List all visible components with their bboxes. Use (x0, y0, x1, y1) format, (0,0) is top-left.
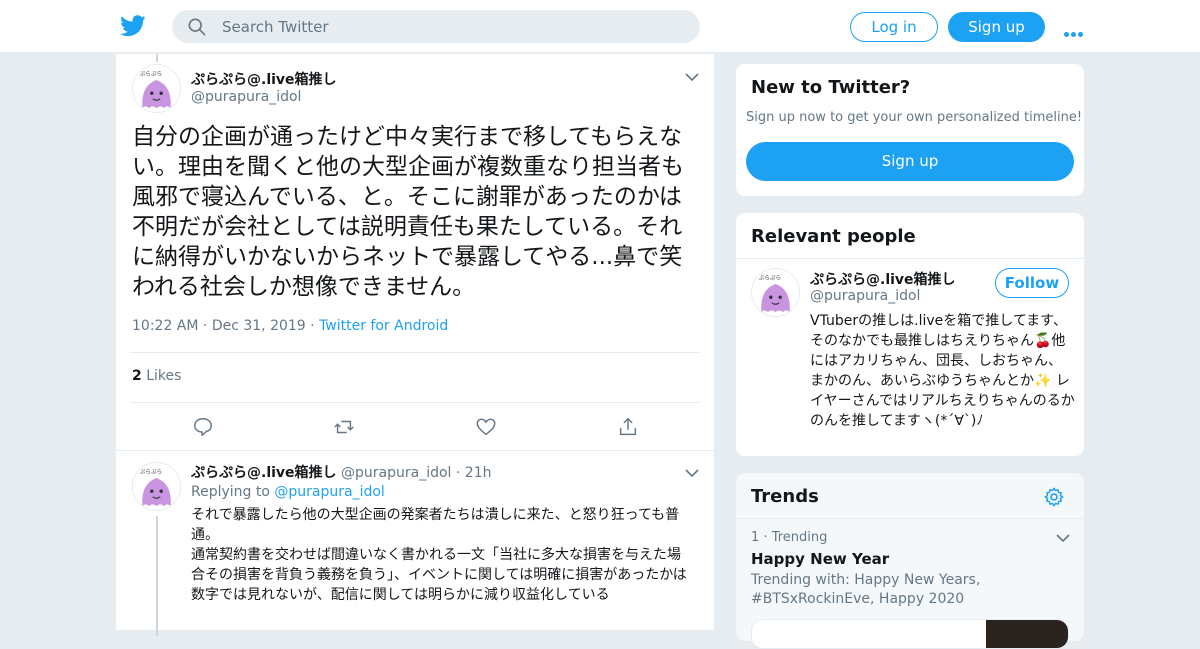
reply-text: それで暴露したら他の大型企画の発案者たちは潰しに来た、と怒り狂っても普通。 通常… (191, 505, 693, 605)
svg-text:ぷらぷら: ぷらぷら (759, 274, 782, 281)
tweet-text: 自分の企画が通ったけど中々実行まで移してもらえない。理由を聞くと他の大型企画が複… (132, 124, 684, 300)
reply-icon[interactable] (192, 416, 214, 438)
share-icon[interactable] (617, 416, 639, 438)
replying-to-prefix: Replying to (191, 484, 270, 500)
thread-connector (156, 54, 158, 62)
likes-count[interactable]: 2 Likes (132, 368, 181, 384)
trends-title: Trends (751, 486, 819, 507)
person-name[interactable]: ぷらぷら@.live箱推し (810, 269, 956, 289)
top-navigation-bar: Search Twitter Log in Sign up (0, 0, 1200, 53)
avatar[interactable]: ぷらぷら (751, 268, 800, 317)
tweet-thread-column: ぷらぷら ぷらぷら@.live箱推し @purapura_idol 自分の企画が… (115, 54, 715, 636)
relevant-people-title: Relevant people (751, 226, 916, 247)
chevron-down-icon[interactable] (685, 468, 699, 478)
author-name[interactable]: ぷらぷら@.live箱推し (191, 69, 337, 89)
trend-media-card[interactable] (751, 619, 1069, 649)
tweet-separator (116, 450, 714, 451)
reply-text-paragraph: それで暴露したら他の大型企画の発案者たちは潰しに来た、と怒り狂っても普通。 (191, 507, 680, 543)
reply-author-name[interactable]: ぷらぷら@.live箱推し (191, 465, 337, 481)
person-handle[interactable]: @purapura_idol (810, 288, 920, 304)
like-heart-icon[interactable] (475, 416, 497, 438)
divider (130, 402, 700, 403)
chevron-down-icon[interactable] (1056, 533, 1070, 543)
retweet-icon[interactable] (333, 416, 355, 438)
reply-avatar[interactable]: ぷらぷら (132, 462, 181, 511)
trend-thumbnail (986, 620, 1068, 648)
tweet-timestamp: 10:22 AM · Dec 31, 2019 · Twitter for An… (132, 318, 449, 334)
avatar[interactable]: ぷらぷら (132, 64, 181, 113)
signup-button[interactable]: Sign up (948, 12, 1045, 42)
svg-text:ぷらぷら: ぷらぷら (140, 70, 163, 77)
follow-button[interactable]: Follow (995, 268, 1069, 298)
likes-label: Likes (146, 368, 182, 384)
divider (736, 258, 1084, 259)
trend-name[interactable]: Happy New Year (751, 550, 889, 568)
ghost-avatar-icon: ぷらぷら (133, 463, 180, 510)
search-input[interactable]: Search Twitter (222, 18, 329, 36)
relevant-people-card: Relevant people ぷらぷら ぷらぷら@.live箱推し @pura… (735, 212, 1085, 457)
tweet-source-link[interactable]: Twitter for Android (319, 318, 448, 334)
more-options-icon[interactable] (1064, 22, 1086, 37)
divider (736, 518, 1084, 519)
replying-to: Replying to @purapura_idol (191, 484, 385, 500)
ghost-avatar-icon: ぷらぷら (133, 65, 180, 112)
new-to-twitter-card: New to Twitter? Sign up now to get your … (735, 63, 1085, 197)
replying-to-link[interactable]: @purapura_idol (274, 484, 384, 500)
thread-connector (156, 516, 158, 636)
author-handle[interactable]: @purapura_idol (191, 89, 301, 105)
person-bio: VTuberの推しは.liveを箱で推してます、そのなかでも最推しはちえりちゃん… (810, 313, 1075, 429)
search-bar[interactable]: Search Twitter (172, 10, 700, 43)
trend-related: Trending with: Happy New Years, #BTSxRoc… (751, 572, 981, 607)
login-button[interactable]: Log in (850, 12, 938, 42)
trends-card: Trends 1 · Trending Happy New Year Trend… (735, 472, 1085, 649)
divider (130, 352, 700, 353)
reply-author-row: ぷらぷら@.live箱推し @purapura_idol · 21h (191, 465, 492, 481)
sidebar-signup-button[interactable]: Sign up (746, 142, 1074, 181)
new-to-twitter-title: New to Twitter? (751, 77, 911, 98)
reply-age[interactable]: 21h (465, 465, 492, 481)
gear-icon[interactable] (1043, 486, 1065, 508)
trend-label: Trending (771, 530, 828, 545)
trend-meta: 1 · Trending (751, 530, 828, 545)
trend-rank: 1 (751, 530, 760, 545)
likes-number: 2 (132, 368, 142, 384)
new-to-twitter-subtitle: Sign up now to get your own personalized… (746, 110, 1083, 125)
tweet-time[interactable]: 10:22 AM (132, 318, 198, 334)
search-icon (188, 18, 206, 36)
reply-text-paragraph: 通常契約書を交わせば間違いなく書かれる一文「当社に多大な損害を与えた場合その損害… (191, 547, 687, 603)
chevron-down-icon[interactable] (685, 72, 699, 82)
tweet-date[interactable]: Dec 31, 2019 (212, 318, 306, 334)
svg-text:ぷらぷら: ぷらぷら (140, 468, 163, 475)
ghost-avatar-icon: ぷらぷら (752, 269, 799, 316)
reply-author-handle[interactable]: @purapura_idol (341, 465, 451, 481)
twitter-bird-icon[interactable] (120, 14, 146, 38)
